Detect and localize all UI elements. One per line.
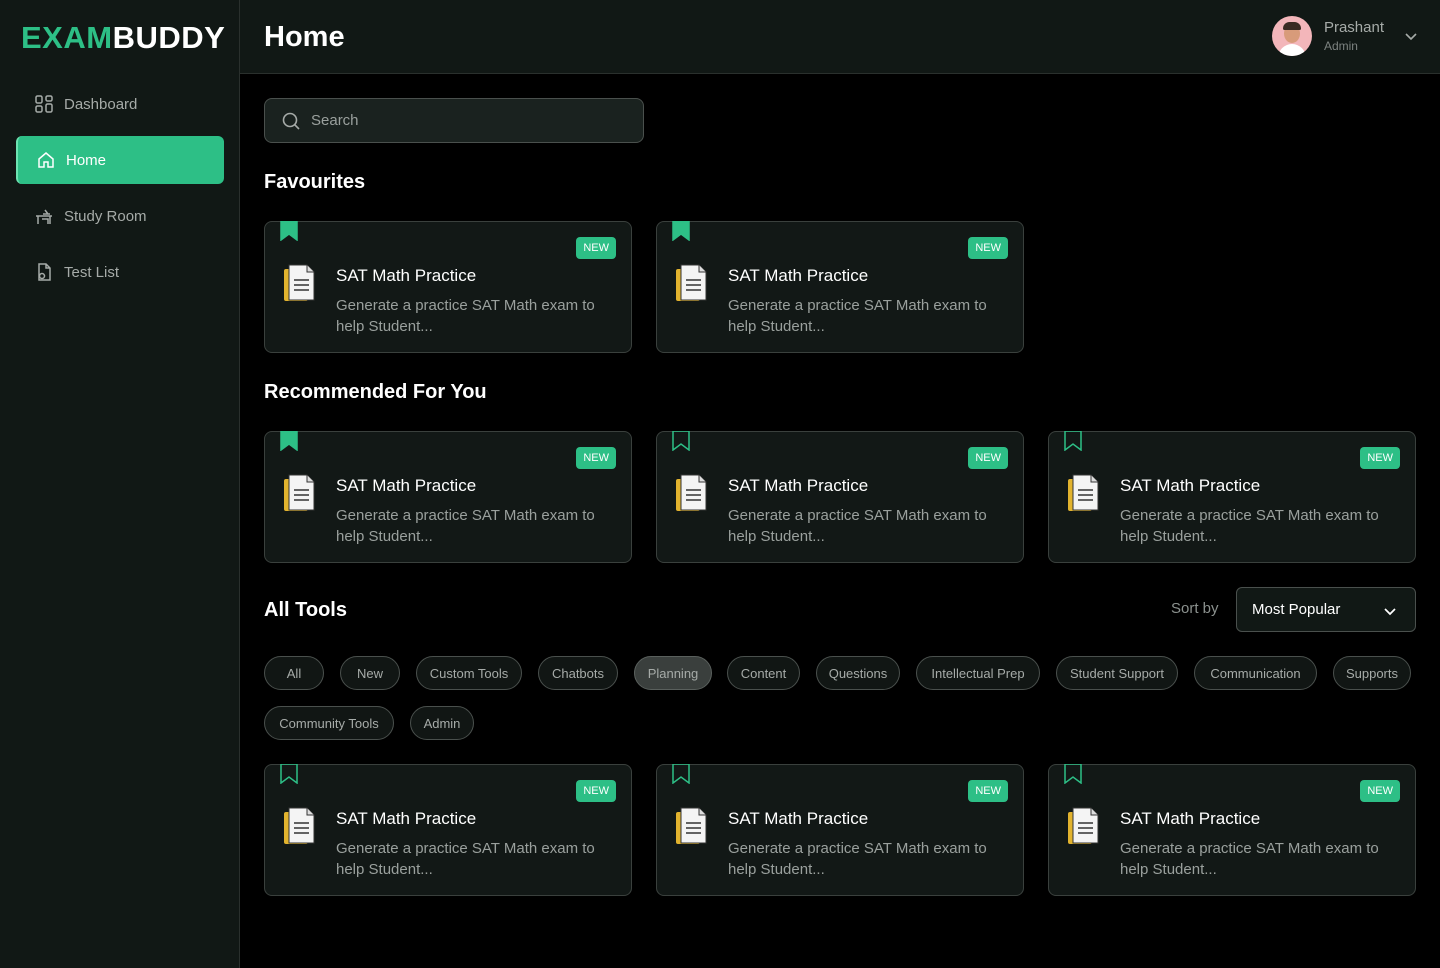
card-description: Generate a practice SAT Math exam to hel… (728, 840, 987, 878)
filter-chip-questions[interactable]: Questions (816, 656, 900, 690)
card-title: SAT Math Practice (1120, 809, 1261, 828)
recommended-card[interactable]: NEW SAT Math Practice Generate a practice … (656, 431, 1024, 563)
user-role: Admin (1323, 39, 1358, 53)
filter-chip-community-tools[interactable]: Community Tools (264, 706, 394, 740)
favourite-card[interactable]: NEW SAT Math Practice Generate a practice … (656, 221, 1024, 353)
section-title-all-tools: All Tools (264, 599, 347, 621)
chevron-down-icon (1405, 33, 1417, 41)
section-title-favourites: Favourites (264, 171, 366, 193)
card-description: Generate a practice SAT Math exam to hel… (1120, 507, 1379, 545)
new-badge: NEW (968, 780, 1008, 802)
file-lock-icon (34, 262, 54, 282)
new-badge: NEW (576, 780, 616, 802)
filter-chip-new[interactable]: New (340, 656, 400, 690)
filter-chip-custom-tools[interactable]: Custom Tools (416, 656, 522, 690)
chevron-down-icon (1384, 608, 1396, 616)
new-badge: NEW (576, 447, 616, 469)
section-title-recommended: Recommended For You (264, 381, 487, 403)
document-icon (676, 807, 707, 844)
tool-card[interactable]: NEW SAT Math Practice Generate a practice … (656, 764, 1024, 896)
document-icon (284, 474, 315, 511)
favourite-card[interactable]: NEW SAT Math Practice Generate a practice … (264, 221, 632, 353)
card-description: Generate a practice SAT Math exam to hel… (336, 297, 595, 335)
filter-chip-intellectual-prep[interactable]: Intellectual Prep (916, 656, 1040, 690)
search-input[interactable] (311, 112, 611, 129)
card-description: Generate a practice SAT Math exam to hel… (1120, 840, 1379, 878)
document-icon (284, 807, 315, 844)
document-icon (676, 264, 707, 301)
document-icon (1068, 474, 1099, 511)
card-description: Generate a practice SAT Math exam to hel… (728, 297, 987, 335)
bookmark-icon[interactable] (1064, 431, 1082, 451)
sort-dropdown[interactable]: Most Popular (1236, 587, 1416, 632)
brand-logo-part2: BUDDY (112, 20, 226, 55)
filter-chip-communication[interactable]: Communication (1194, 656, 1317, 690)
user-name: Prashant (1323, 19, 1384, 36)
sidebar-item-dashboard[interactable]: Dashboard (16, 80, 224, 128)
document-icon (1068, 807, 1099, 844)
card-description: Generate a practice SAT Math exam to hel… (336, 507, 595, 545)
card-title: SAT Math Practice (728, 809, 869, 828)
card-description: Generate a practice SAT Math exam to hel… (728, 507, 987, 545)
document-icon (676, 474, 707, 511)
sidebar-item-study-room[interactable]: Study Room (16, 192, 224, 240)
new-badge: NEW (576, 237, 616, 259)
sidebar-item-label: Test List (64, 263, 120, 281)
recommended-card[interactable]: NEW SAT Math Practice Generate a practice … (264, 431, 632, 563)
card-title: SAT Math Practice (336, 809, 477, 828)
sidebar: EXAMBUDDY Dashboard Home Study Room Test… (0, 0, 240, 968)
tool-card[interactable]: NEW SAT Math Practice Generate a practice … (264, 764, 632, 896)
filter-chip-chatbots[interactable]: Chatbots (538, 656, 618, 690)
filter-chip-student-support[interactable]: Student Support (1056, 656, 1178, 690)
new-badge: NEW (1360, 780, 1400, 802)
card-title: SAT Math Practice (728, 476, 869, 495)
bookmark-icon[interactable] (280, 431, 298, 451)
brand-logo-part1: EXAM (21, 20, 113, 55)
filter-chip-content[interactable]: Content (727, 656, 800, 690)
card-title: SAT Math Practice (336, 476, 477, 495)
recommended-card[interactable]: NEW SAT Math Practice Generate a practice … (1048, 431, 1416, 563)
user-menu[interactable]: Prashant Admin (1271, 16, 1418, 56)
sort-value: Most Popular (1252, 601, 1341, 618)
bookmark-icon[interactable] (280, 764, 298, 784)
brand-logo[interactable]: EXAMBUDDY (21, 20, 225, 56)
grid-icon (34, 94, 54, 114)
sidebar-item-label: Dashboard (64, 95, 138, 113)
filter-chip-planning[interactable]: Planning (634, 656, 712, 690)
home-icon (36, 150, 56, 170)
document-icon (284, 264, 315, 301)
desk-icon (34, 206, 54, 226)
top-header: Home Prashant Admin (240, 0, 1440, 74)
new-badge: NEW (968, 447, 1008, 469)
new-badge: NEW (1360, 447, 1400, 469)
bookmark-icon[interactable] (672, 764, 690, 784)
filter-chip-supports[interactable]: Supports (1333, 656, 1411, 690)
search-icon (282, 112, 300, 130)
search-box (264, 98, 644, 143)
bookmark-icon[interactable] (280, 221, 298, 241)
avatar (1271, 16, 1312, 56)
sidebar-item-test-list[interactable]: Test List (16, 248, 224, 296)
filter-chip-admin[interactable]: Admin (410, 706, 474, 740)
bookmark-icon[interactable] (1064, 764, 1082, 784)
tool-card[interactable]: NEW SAT Math Practice Generate a practice … (1048, 764, 1416, 896)
sidebar-item-label: Study Room (64, 207, 147, 225)
bookmark-icon[interactable] (672, 431, 690, 451)
sidebar-item-label: Home (66, 151, 107, 169)
filter-chip-all[interactable]: All (264, 656, 324, 690)
sidebar-nav: Dashboard Home Study Room Test List (16, 80, 224, 304)
card-title: SAT Math Practice (336, 266, 477, 285)
new-badge: NEW (968, 237, 1008, 259)
card-description: Generate a practice SAT Math exam to hel… (336, 840, 595, 878)
bookmark-icon[interactable] (672, 221, 690, 241)
sort-label: Sort by (1171, 600, 1219, 617)
page-title: Home (264, 21, 345, 53)
sidebar-item-home[interactable]: Home (16, 136, 224, 184)
card-title: SAT Math Practice (1120, 476, 1261, 495)
card-title: SAT Math Practice (728, 266, 869, 285)
